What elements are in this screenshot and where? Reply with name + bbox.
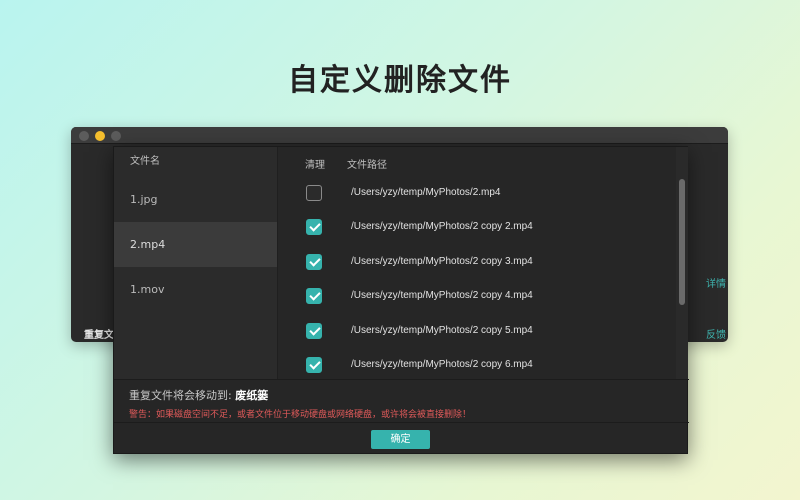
file-path-text: /Users/yzy/temp/MyPhotos/2 copy 4.mp4	[351, 290, 533, 302]
path-list-row: /Users/yzy/temp/MyPhotos/2 copy 6.mp4	[279, 349, 675, 379]
delete-files-dialog: 文件名 1.jpg 2.mp4 1.mov 清理 文件路径 /Users/yzy/t…	[113, 146, 689, 454]
clean-checkbox[interactable]	[306, 322, 322, 339]
path-column-header: 文件路径	[347, 160, 387, 171]
file-name-header: 文件名	[130, 156, 160, 167]
path-list-row: /Users/yzy/temp/MyPhotos/2.mp4	[279, 177, 675, 211]
file-path-text: /Users/yzy/temp/MyPhotos/2.mp4	[351, 187, 501, 198]
clean-checkbox[interactable]	[306, 356, 322, 373]
clean-column-header: 清理	[305, 160, 325, 171]
clean-checkbox[interactable]	[306, 219, 322, 236]
maximize-window-button[interactable]	[111, 131, 121, 141]
background-bottom-label: 重复文	[84, 330, 114, 341]
file-path-text: /Users/yzy/temp/MyPhotos/2 copy 6.mp4	[351, 358, 533, 370]
feedback-link[interactable]: 反馈	[706, 326, 726, 341]
file-list-item[interactable]: 1.jpg	[114, 177, 277, 222]
file-path-text: /Users/yzy/temp/MyPhotos/2 copy 3.mp4	[351, 255, 533, 267]
path-list-header: 清理 文件路径	[279, 147, 675, 177]
details-link[interactable]: 详情	[706, 275, 726, 290]
move-destination-text: 重复文件将会移动到: 废纸篓	[129, 387, 268, 403]
clean-checkbox[interactable]	[306, 288, 322, 305]
clean-checkbox[interactable]	[306, 185, 322, 201]
divider	[114, 422, 689, 423]
headline: 自定义删除文件	[288, 63, 512, 98]
minimize-window-button[interactable]	[95, 131, 105, 141]
divider	[114, 379, 689, 380]
clean-checkbox[interactable]	[306, 253, 322, 270]
scroll-thumb[interactable]	[679, 179, 685, 305]
trash-destination: 废纸篓	[235, 389, 269, 402]
file-list-item[interactable]: 2.mp4	[114, 222, 277, 267]
close-window-button[interactable]	[79, 131, 89, 141]
confirm-button[interactable]: 确定	[371, 430, 430, 449]
path-list-scrollbar[interactable]	[676, 147, 688, 379]
path-list-row: /Users/yzy/temp/MyPhotos/2 copy 2.mp4	[279, 211, 675, 245]
path-list-row: /Users/yzy/temp/MyPhotos/2 copy 3.mp4	[279, 246, 675, 280]
file-path-text: /Users/yzy/temp/MyPhotos/2 copy 5.mp4	[351, 324, 533, 336]
file-list-item[interactable]: 1.mov	[114, 267, 277, 312]
file-path-list: 清理 文件路径 /Users/yzy/temp/MyPhotos/2.mp4/U…	[279, 147, 675, 379]
title-bar	[71, 127, 728, 144]
move-label: 重复文件将会移动到:	[129, 389, 232, 402]
path-list-row: /Users/yzy/temp/MyPhotos/2 copy 5.mp4	[279, 315, 675, 349]
file-name-list: 文件名 1.jpg 2.mp4 1.mov	[114, 147, 278, 379]
warning-text: 警告：如果磁盘空间不足，或者文件位于移动硬盘或网络硬盘，或许将会被直接删除！	[129, 410, 472, 420]
path-list-row: /Users/yzy/temp/MyPhotos/2 copy 4.mp4	[279, 280, 675, 314]
file-path-text: /Users/yzy/temp/MyPhotos/2 copy 2.mp4	[351, 221, 533, 233]
